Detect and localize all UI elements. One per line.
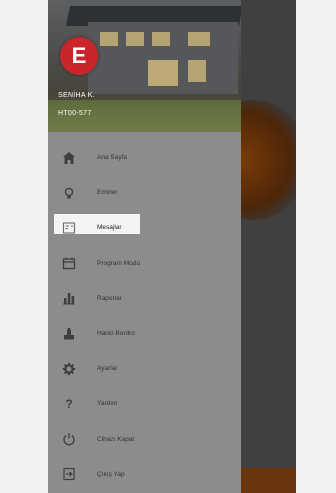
company-logo: E [60, 37, 98, 75]
menu-item-reports[interactable]: Raporlar [48, 281, 241, 316]
menu-item-label: Çıkış Yap [97, 470, 125, 478]
help-icon: ? [65, 396, 73, 411]
house-window [148, 60, 178, 86]
menu-item-help[interactable]: ? Yardım [48, 386, 241, 421]
menu-item-label: Emirler [97, 189, 118, 197]
menu-item-label: Ayarlar [97, 365, 118, 373]
payroll-icon [61, 326, 77, 342]
drawer-header: E SENİHA K. HT00-577 [48, 0, 241, 132]
home-icon [61, 150, 77, 166]
gear-icon [61, 361, 77, 377]
house-window [152, 32, 170, 46]
menu-item-label: Program Modu [97, 259, 140, 267]
calendar-icon [61, 255, 77, 271]
menu-item-payroll[interactable]: Harici Bordro [48, 316, 241, 351]
menu-item-logout[interactable]: Çıkış Yap [48, 457, 241, 492]
phone-screen: E SENİHA K. HT00-577 Ana Sayfa Emirler M… [48, 0, 296, 493]
power-icon [61, 431, 77, 447]
menu-item-label: Raporlar [97, 294, 122, 302]
menu-item-home[interactable]: Ana Sayfa [48, 140, 241, 175]
menu-item-label: Ana Sayfa [97, 154, 127, 162]
menu-item-label: Cihazı Kapat [97, 435, 135, 443]
user-name: SENİHA K. [58, 92, 95, 99]
logo-glyph: E [71, 43, 87, 68]
house-window [126, 32, 144, 46]
menu-item-label: Yardım [97, 400, 118, 408]
navigation-drawer: E SENİHA K. HT00-577 Ana Sayfa Emirler M… [48, 0, 241, 493]
lightbulb-icon [61, 185, 77, 201]
menu-item-power-off[interactable]: Cihazı Kapat [48, 422, 241, 457]
header-image-house [88, 22, 238, 94]
drawer-menu: Ana Sayfa Emirler Mesajlar Program Modu … [48, 140, 241, 492]
house-window [100, 32, 118, 46]
chart-icon [61, 290, 77, 306]
dimmed-main-content[interactable] [241, 0, 296, 493]
menu-item-label: Harici Bordro [97, 330, 135, 338]
menu-item-orders[interactable]: Emirler [48, 175, 241, 210]
house-window [188, 60, 206, 82]
user-id: HT00-577 [58, 110, 92, 117]
menu-item-settings[interactable]: Ayarlar [48, 351, 241, 386]
menu-item-program-mode[interactable]: Program Modu [48, 246, 241, 281]
messages-icon [61, 220, 77, 236]
menu-item-label: Mesajlar [97, 224, 122, 232]
house-window [188, 32, 210, 46]
dimmed-bottom-bar [241, 468, 296, 493]
menu-item-messages[interactable]: Mesajlar [48, 210, 241, 245]
logout-icon [61, 466, 77, 482]
